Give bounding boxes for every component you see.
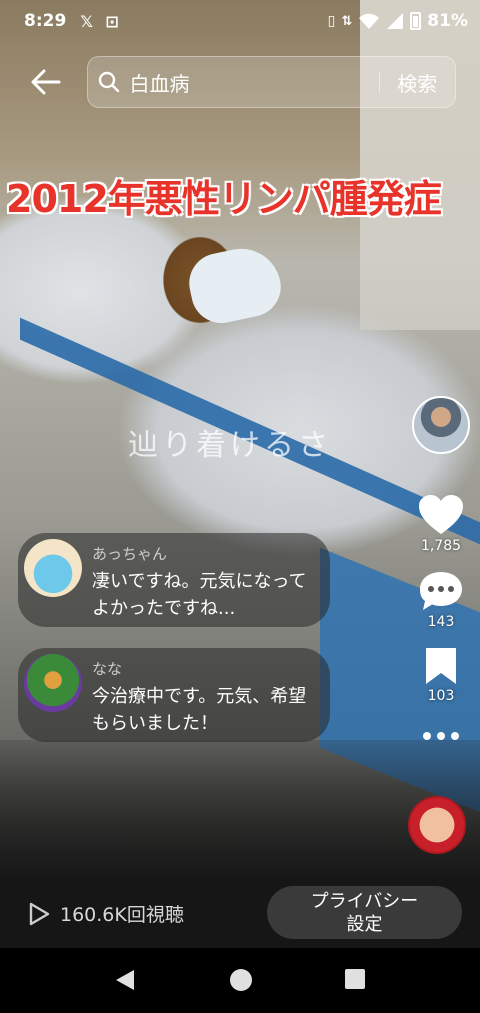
- comment-body: なな 今治療中です。元気、希望もらいました！: [92, 654, 320, 737]
- comment-count: 143: [427, 614, 455, 630]
- status-bar: 8:29 𝕏 ⊡ ▯ ⇅ 81%: [0, 0, 480, 42]
- comment-username: あっちゃん: [92, 545, 168, 563]
- screen: 2012年悪性リンパ腫発症 辿り着けるさ 8:29 𝕏 ⊡ ▯ ⇅ 81% 検索: [0, 0, 480, 1013]
- bookmark-icon: [426, 648, 456, 684]
- nav-back-button[interactable]: [114, 968, 136, 996]
- more-icon: [423, 732, 459, 740]
- view-count-area: 160.6K回視聴: [28, 900, 184, 927]
- commenter-avatar: [24, 539, 82, 597]
- video-mask-shape: [183, 241, 287, 329]
- comment-bubble[interactable]: なな 今治療中です。元気、希望もらいました！: [18, 648, 330, 742]
- battery-icon: [410, 12, 422, 30]
- comment-text: 凄いですね。元気になってよかったですね...: [92, 571, 307, 619]
- commenter-avatar: [24, 654, 82, 712]
- circle-home-icon: [230, 969, 252, 991]
- bookmark-button[interactable]: 103: [412, 646, 470, 704]
- more-button[interactable]: [412, 730, 470, 742]
- nfc-icon: ▯: [327, 13, 336, 29]
- wifi-icon: [359, 13, 380, 29]
- privacy-settings-button[interactable]: プライバシー 設定: [267, 886, 462, 939]
- comment-button[interactable]: 143: [412, 570, 470, 630]
- signal-icon: [387, 13, 404, 29]
- video-floor-shape: [0, 740, 480, 876]
- info-bar: 160.6K回視聴 プライバシー 設定: [0, 876, 480, 948]
- creator-avatar[interactable]: [412, 396, 470, 454]
- arrow-left-icon: [31, 69, 61, 95]
- play-icon: [29, 902, 50, 925]
- nav-recents-button[interactable]: [344, 968, 366, 994]
- vibrate-icon: ⇅: [341, 13, 353, 29]
- video-caption: 2012年悪性リンパ腫発症: [6, 177, 442, 221]
- status-right: ▯ ⇅ 81%: [328, 11, 468, 31]
- nav-home-button[interactable]: [229, 968, 253, 996]
- status-time: 8:29: [24, 11, 67, 31]
- comment-body: あっちゃん 凄いですね。元気になってよかったですね...: [92, 539, 320, 622]
- battery-level: 81%: [427, 11, 468, 31]
- search-submit-button[interactable]: 検索: [379, 68, 455, 97]
- bookmark-count: 103: [427, 688, 455, 704]
- view-count: 160.6K回視聴: [60, 904, 184, 926]
- system-nav-bar: [0, 948, 480, 1013]
- back-button[interactable]: [26, 62, 66, 102]
- notification-icon: ⊡: [105, 11, 119, 31]
- triangle-back-icon: [116, 970, 134, 990]
- search-bar[interactable]: 検索: [87, 56, 456, 108]
- comment-username: なな: [92, 660, 123, 678]
- comment-text: 今治療中です。元気、希望もらいました！: [92, 686, 307, 734]
- sound-disc[interactable]: [408, 796, 466, 854]
- comment-bubble[interactable]: あっちゃん 凄いですね。元気になってよかったですね...: [18, 533, 330, 627]
- heart-icon: [419, 495, 463, 534]
- speech-bubble-icon: [420, 572, 462, 610]
- x-app-icon: 𝕏: [80, 11, 94, 31]
- search-input[interactable]: [129, 70, 379, 94]
- search-icon: [88, 71, 130, 93]
- like-count: 1,785: [420, 538, 462, 554]
- like-button[interactable]: 1,785: [412, 494, 470, 554]
- video-subtitle: 辿り着けるさ: [128, 428, 332, 463]
- square-recents-icon: [345, 969, 365, 989]
- video-wall-shape: [360, 0, 480, 330]
